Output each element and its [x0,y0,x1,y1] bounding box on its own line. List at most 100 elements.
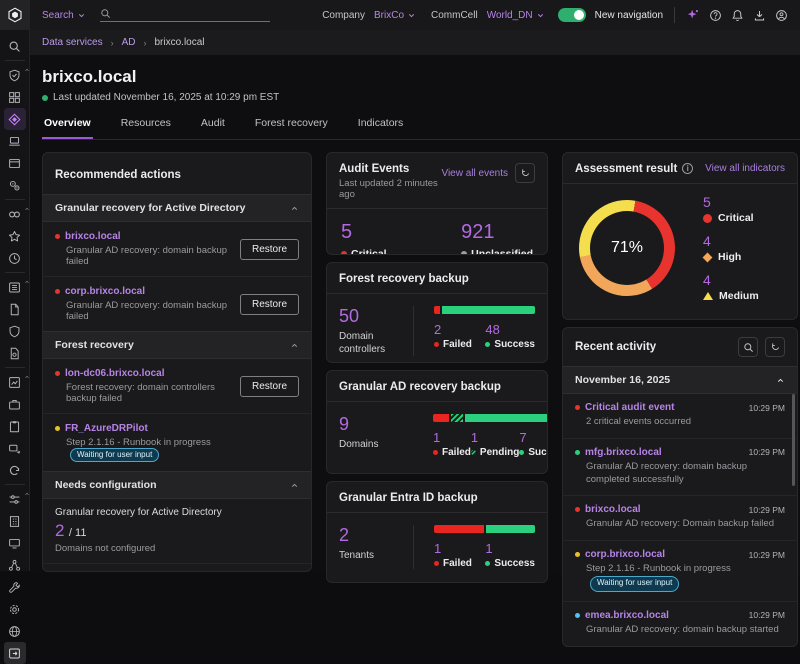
medium-marker [703,292,713,300]
refresh-icon[interactable] [765,337,785,357]
breadcrumb-data-services[interactable]: Data services [42,37,103,48]
replication-device-icon[interactable] [4,437,26,459]
account-icon[interactable] [775,9,788,22]
applications-window-icon[interactable] [4,152,26,174]
search-icon[interactable] [4,35,26,57]
web-globe-icon[interactable] [4,620,26,642]
section-forest-recovery[interactable]: Forest recovery [43,331,311,359]
network-topology-icon[interactable] [4,554,26,576]
sync-loop-icon[interactable] [4,459,26,481]
activity-link[interactable]: emea.brixco.local [585,610,669,621]
analytics-chart-icon[interactable] [4,371,26,393]
security-shield-icon[interactable] [4,320,26,342]
jobs-briefcase-icon[interactable] [4,393,26,415]
scrollbar[interactable] [792,394,795,486]
tab-indicators[interactable]: Indicators [356,117,406,139]
view-all-events-link[interactable]: View all events [441,168,508,179]
compliance-document-icon[interactable] [4,342,26,364]
company-building-icon[interactable] [4,510,26,532]
tasks-clipboard-icon[interactable] [4,415,26,437]
divider [5,272,25,273]
success-dot [485,561,490,566]
search-icon [100,8,111,19]
total-block: 50 Domain controllers [339,306,413,356]
devices-laptop-icon[interactable] [4,130,26,152]
new-navigation-toggle[interactable] [558,8,586,22]
refresh-icon[interactable] [515,163,535,183]
restore-button[interactable]: Restore [240,239,299,260]
app-logo[interactable] [0,0,30,30]
data-services-icon[interactable] [4,108,26,130]
info-icon[interactable]: i [682,163,693,174]
configuration-sliders-icon[interactable] [4,488,26,510]
main-content: brixco.local Last updated November 16, 2… [30,55,800,571]
entity-link[interactable]: brixco.local [65,231,121,242]
activity-link[interactable]: Critical audit event [585,402,674,413]
card-title: Granular AD recovery backup [339,381,501,393]
entity-link[interactable]: FR_AzureDRPilot [65,423,148,434]
restore-button[interactable]: Restore [240,376,299,397]
lifecycle-infinity-icon[interactable] [4,203,26,225]
automation-gears-icon[interactable] [4,174,26,196]
search-icon[interactable] [738,337,758,357]
commcell-label: CommCell [431,10,478,21]
card-title: Granular Entra ID backup [339,492,478,504]
section-granular-recovery[interactable]: Granular recovery for Active Directory [43,194,311,222]
console-monitor-icon[interactable] [4,532,26,554]
divider [5,60,25,61]
global-search-input[interactable] [100,8,270,22]
activity-date-group[interactable]: November 16, 2025 [563,366,797,394]
protection-shield-icon[interactable] [4,64,26,86]
legend-medium: 4 Medium [703,272,759,302]
breadcrumb-ad[interactable]: AD [122,37,136,48]
status-bar [434,306,535,314]
download-icon[interactable] [753,9,766,22]
sparkle-ai-icon[interactable] [686,8,700,22]
stat-critical: 5 Critical [341,221,387,255]
commcell-dropdown[interactable]: World_DN [487,10,545,21]
section-needs-configuration[interactable]: Needs configuration [43,471,311,499]
status-badge: Waiting for user input [590,576,679,592]
activity-link[interactable]: mfg.brixco.local [585,447,662,458]
total-block: 9 Domains [339,414,413,458]
info-dot [575,613,580,618]
search-scope-label: Search [42,10,74,21]
bell-icon[interactable] [731,9,744,22]
entity-link[interactable]: lon-dc06.brixco.local [65,368,164,379]
success-segment [442,306,535,314]
tab-overview[interactable]: Overview [42,117,93,139]
status-dot [42,95,48,101]
collapse-panel-icon[interactable] [4,642,26,664]
grid-icon[interactable] [4,86,26,108]
view-all-indicators-link[interactable]: View all indicators [705,163,785,174]
chevron-down-icon [536,11,545,20]
activity-time: 10:29 PM [749,550,785,560]
activity-link[interactable]: corp.brixco.local [585,549,665,560]
entity-link[interactable]: corp.brixco.local [65,286,145,297]
tools-wrench-icon[interactable] [4,576,26,598]
favorites-star-icon[interactable] [4,225,26,247]
list-item: FR_AzureDRPilot Step 2.1.16 - Runbook in… [43,413,311,471]
left-nav-rail [0,30,30,571]
legend-critical: 5 Critical [703,194,759,224]
reports-document-icon[interactable] [4,298,26,320]
history-clock-icon[interactable] [4,247,26,269]
restore-button[interactable]: Restore [240,294,299,315]
tab-resources[interactable]: Resources [119,117,173,139]
success-dot [485,342,490,347]
settings-gear-icon[interactable] [4,598,26,620]
tab-forest-recovery[interactable]: Forest recovery [253,117,330,139]
success-segment [486,525,536,533]
page-title: brixco.local [42,67,800,87]
company-dropdown[interactable]: BrixCo [374,10,416,21]
tab-audit[interactable]: Audit [199,117,227,139]
help-icon[interactable] [709,9,722,22]
breadcrumb-current: brixco.local [154,37,204,48]
search-scope-dropdown[interactable]: Search [42,10,86,21]
servers-list-icon[interactable] [4,276,26,298]
pending-segment [451,414,463,422]
activity-link[interactable]: brixco.local [585,504,641,515]
chevron-down-icon [407,11,416,20]
critical-dot [575,507,580,512]
recommended-actions-card: Recommended actions Granular recovery fo… [42,152,312,572]
